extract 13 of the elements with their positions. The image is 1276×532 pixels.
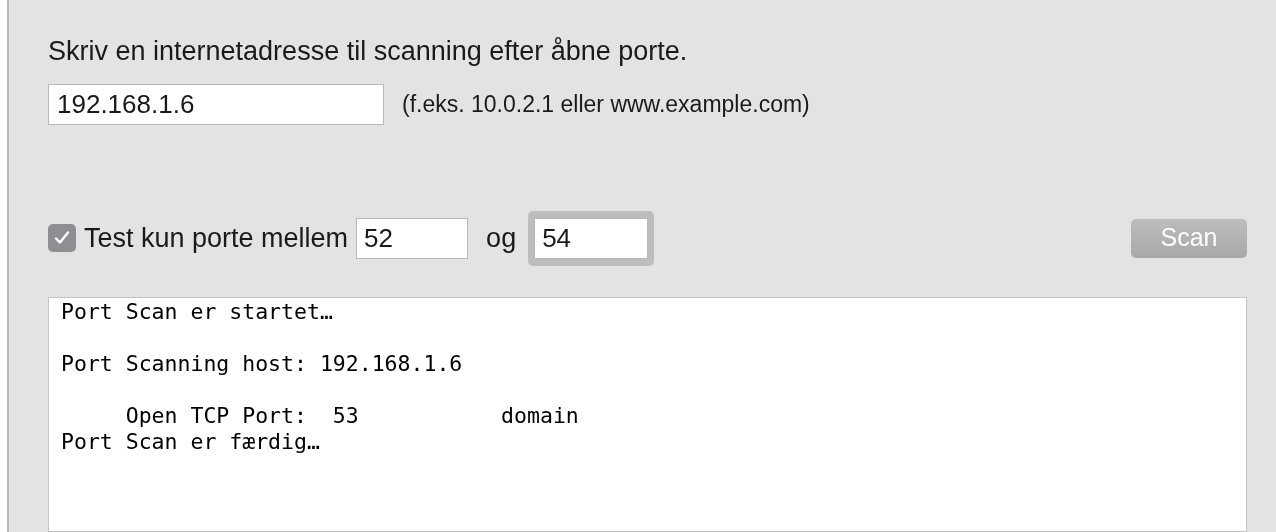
output-line: Port Scan er færdig… xyxy=(61,429,320,455)
checkmark-icon xyxy=(53,229,71,247)
og-label: og xyxy=(486,221,517,255)
output-line: Open TCP Port: 53 domain xyxy=(124,403,579,429)
checkbox[interactable] xyxy=(48,224,76,252)
range-label: Test kun porte mellem xyxy=(84,221,349,255)
address-field[interactable]: 192.168.1.6 xyxy=(48,84,384,125)
port-to-field[interactable]: 54 xyxy=(528,210,655,266)
hint-text: (f.eks. 10.0.2.1 eller www.example.com) xyxy=(402,90,810,120)
port-from-field[interactable]: 52 xyxy=(356,217,469,259)
output-line: Port Scan er startet… xyxy=(61,299,333,325)
instruction-text: Skriv en internetadresse til scanning efter åbne porte. xyxy=(48,36,689,66)
output-line: Port Scanning host: 192.168.1.6 xyxy=(61,351,463,377)
